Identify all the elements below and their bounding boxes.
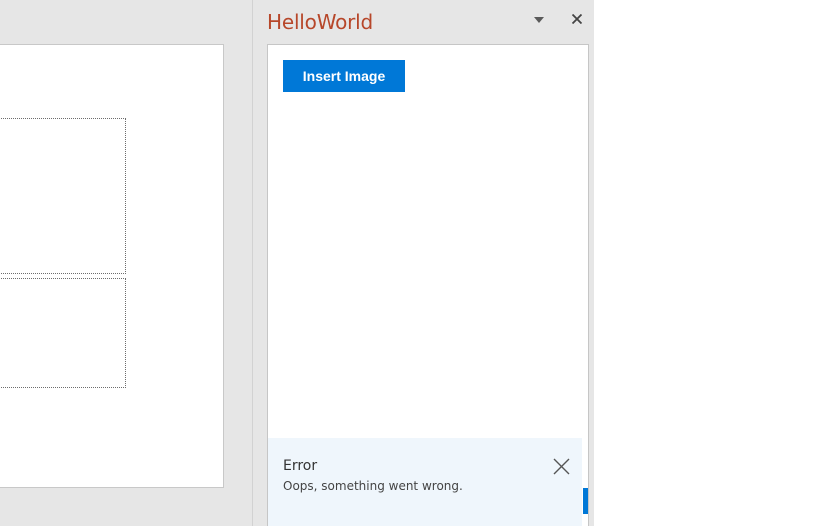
close-icon[interactable] bbox=[551, 456, 571, 476]
caret-down-icon[interactable] bbox=[532, 13, 546, 27]
scrollbar[interactable] bbox=[582, 438, 588, 526]
notification-message: Oops, something went wrong. bbox=[283, 479, 463, 493]
caret-down-glyph bbox=[534, 17, 544, 23]
task-pane-title: HelloWorld bbox=[267, 10, 374, 34]
insert-image-button[interactable]: Insert Image bbox=[283, 60, 405, 92]
scrollbar-thumb[interactable] bbox=[583, 488, 588, 514]
app-window: HelloWorld Insert Image Error Oops, some… bbox=[0, 0, 819, 526]
slide-canvas[interactable] bbox=[0, 44, 224, 488]
close-icon[interactable] bbox=[569, 11, 585, 27]
title-placeholder[interactable] bbox=[0, 118, 126, 274]
notification-close-glyph bbox=[553, 458, 569, 474]
close-glyph bbox=[572, 14, 582, 24]
task-pane: HelloWorld Insert Image Error Oops, some… bbox=[253, 0, 594, 526]
error-notification: Error Oops, something went wrong. bbox=[268, 438, 582, 526]
document-editing-area bbox=[0, 0, 252, 526]
notification-title: Error bbox=[283, 458, 318, 474]
content-placeholder[interactable] bbox=[0, 278, 126, 388]
add-in-content: Insert Image Error Oops, something went … bbox=[267, 44, 589, 526]
